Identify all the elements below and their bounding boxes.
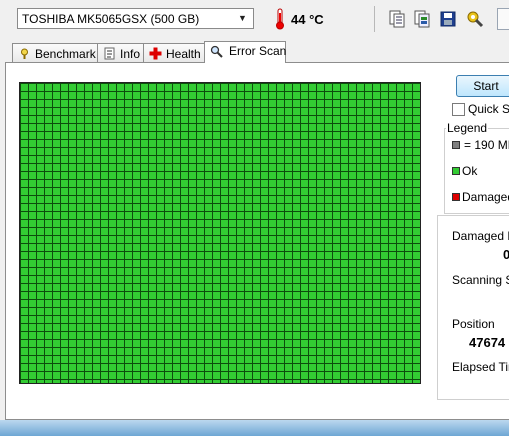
tab-error-scan-label: Error Scan bbox=[229, 44, 287, 58]
thermometer-icon bbox=[276, 8, 284, 30]
tab-benchmark-label: Benchmark bbox=[35, 47, 96, 61]
health-icon bbox=[149, 47, 162, 60]
toolbar-edge-button[interactable] bbox=[497, 8, 509, 30]
tab-bar: Benchmark Info Health Error Scan bbox=[12, 41, 509, 63]
legend-ok-swatch bbox=[452, 167, 460, 175]
position-label: Position bbox=[452, 317, 495, 331]
benchmark-icon bbox=[21, 48, 28, 59]
tab-error-scan[interactable]: Error Scan bbox=[204, 41, 286, 63]
info-icon bbox=[104, 47, 115, 60]
legend-block-size-label: = 190 MB bbox=[464, 138, 509, 152]
toolbar-separator bbox=[374, 6, 375, 32]
damaged-blocks-label: Damaged B bbox=[452, 229, 509, 243]
legend-block-size-swatch bbox=[452, 141, 460, 149]
drive-select[interactable]: TOSHIBA MK5065GSX (500 GB) ▼ bbox=[17, 8, 254, 29]
temperature-readout: 44 °C bbox=[291, 12, 324, 27]
position-value: 47674 bbox=[469, 335, 506, 350]
copy-info-button[interactable] bbox=[386, 8, 410, 32]
drive-select-value: TOSHIBA MK5065GSX (500 GB) bbox=[22, 12, 200, 26]
legend-damaged-swatch bbox=[452, 193, 460, 201]
save-button[interactable] bbox=[437, 8, 461, 32]
copy-all-button[interactable] bbox=[411, 8, 435, 32]
quick-scan-checkbox[interactable] bbox=[452, 103, 465, 116]
chevron-down-icon: ▼ bbox=[238, 13, 247, 23]
elapsed-time-label: Elapsed Tim bbox=[452, 360, 509, 374]
toolbar: TOSHIBA MK5065GSX (500 GB) ▼ 44 °C bbox=[0, 0, 509, 38]
copy-all-icon bbox=[414, 10, 430, 28]
start-button[interactable]: Start bbox=[456, 75, 509, 97]
tab-health[interactable]: Health bbox=[143, 43, 205, 62]
magnifier-icon bbox=[210, 45, 223, 58]
copy-info-icon bbox=[389, 10, 405, 28]
options-icon bbox=[467, 11, 484, 28]
options-button[interactable] bbox=[464, 8, 488, 32]
scan-blocks-ok bbox=[20, 83, 420, 383]
damaged-blocks-value: 0 bbox=[503, 247, 509, 262]
scan-block-map bbox=[19, 82, 421, 384]
tab-benchmark[interactable]: Benchmark bbox=[12, 43, 98, 62]
taskbar bbox=[0, 420, 509, 436]
legend-damaged-label: Damaged bbox=[462, 190, 509, 204]
save-icon bbox=[440, 11, 456, 27]
tab-info-label: Info bbox=[120, 47, 141, 61]
legend-title: Legend bbox=[446, 121, 489, 135]
tab-health-label: Health bbox=[166, 47, 201, 61]
tab-info[interactable]: Info bbox=[97, 43, 144, 62]
scanning-speed-label: Scanning S bbox=[452, 273, 509, 287]
quick-scan-label: Quick Sc bbox=[468, 102, 509, 116]
legend-ok-label: Ok bbox=[462, 164, 478, 178]
